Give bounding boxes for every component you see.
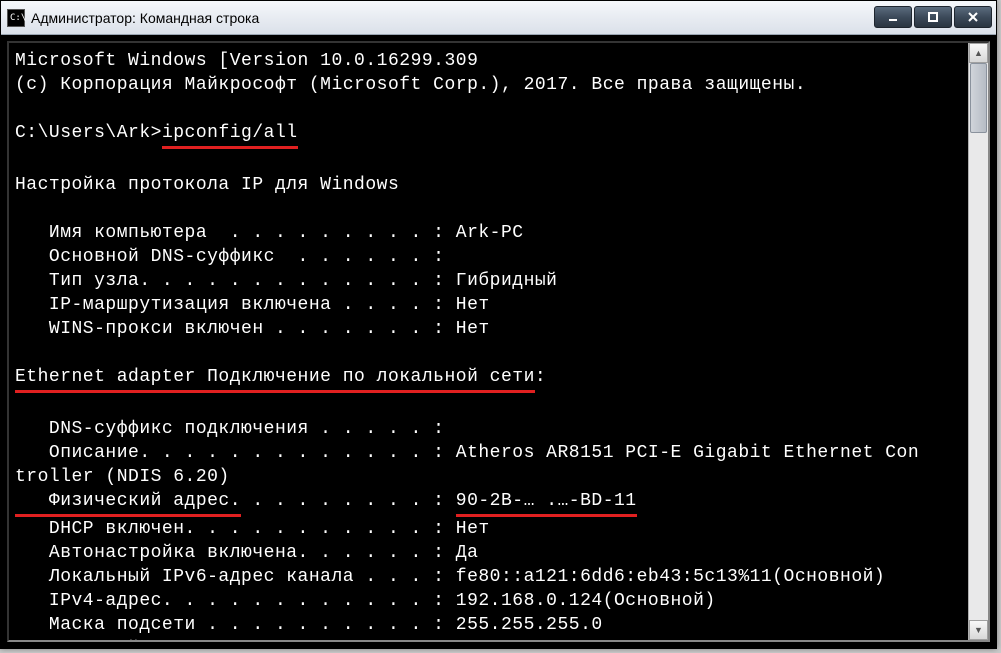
console-area: Microsoft Windows [Version 10.0.16299.30… [7,41,990,642]
prompt-line: C:\Users\Ark>ipconfig/all [15,123,298,143]
scroll-up-button[interactable]: ▲ [969,43,988,63]
line: Настройка протокола IP для Windows [15,175,399,195]
adapter-header: Ethernet adapter Подключение по локально… [15,367,546,387]
line: Автонастройка включена. . . . . . : Да [15,543,478,563]
line: Описание. . . . . . . . . . . . . : Athe… [15,443,919,463]
line: troller (NDIS 6.20) [15,467,230,487]
physical-address-line: Физический адрес. . . . . . . . . : 90-2… [15,491,637,511]
cmd-icon: C:\ [7,9,25,27]
scroll-track[interactable] [969,63,988,620]
window-title: Администратор: Командная строка [31,10,872,26]
line: (с) Корпорация Майкрософт (Microsoft Cor… [15,75,806,95]
line: Основной шлюз. . . . . . . . . . : 192.1… [15,639,580,640]
command-entered: ipconfig/all [162,121,298,149]
line: Имя компьютера . . . . . . . . . : Ark-P… [15,223,524,243]
scroll-down-button[interactable]: ▼ [969,620,988,640]
window-controls [872,6,992,30]
maximize-icon [927,11,939,23]
console-output[interactable]: Microsoft Windows [Version 10.0.16299.30… [9,43,968,640]
cmd-window: C:\ Администратор: Командная строка Micr… [0,0,997,649]
line: WINS-прокси включен . . . . . . . : Нет [15,319,490,339]
close-icon [967,11,979,23]
titlebar[interactable]: C:\ Администратор: Командная строка [1,1,996,35]
close-button[interactable] [954,6,992,28]
vertical-scrollbar[interactable]: ▲ ▼ [968,43,988,640]
line: Маска подсети . . . . . . . . . . : 255.… [15,615,603,635]
mac-address: 90-2B-… .…-BD-11 [456,489,637,517]
maximize-button[interactable] [914,6,952,28]
line: DHCP включен. . . . . . . . . . . : Нет [15,519,490,539]
line: Microsoft Windows [Version 10.0.16299.30… [15,51,478,71]
line: DNS-суффикс подключения . . . . . : [15,419,444,439]
line: IP-маршрутизация включена . . . . : Нет [15,295,490,315]
line: Тип узла. . . . . . . . . . . . . : Гибр… [15,271,557,291]
line: Основной DNS-суффикс . . . . . . : [15,247,444,267]
line: IPv4-адрес. . . . . . . . . . . . : 192.… [15,591,716,611]
line: Локальный IPv6-адрес канала . . . : fe80… [15,567,885,587]
scroll-thumb[interactable] [970,63,987,133]
minimize-button[interactable] [874,6,912,28]
minimize-icon [887,11,899,23]
